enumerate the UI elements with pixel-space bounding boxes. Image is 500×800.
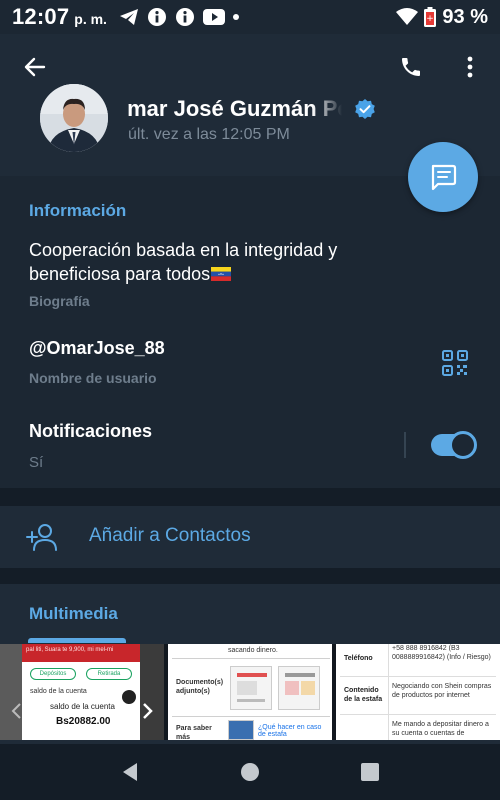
status-right: + 93 %: [396, 6, 488, 29]
profile-name: Omar José Guzmán Pe: [128, 96, 342, 121]
thumb-column-separator: [388, 644, 389, 740]
notifications-divider: [404, 432, 406, 458]
person-add-icon: [26, 524, 57, 551]
arrow-back-icon: [24, 57, 46, 77]
venezuela-flag-icon: [211, 267, 232, 281]
phone-icon: [402, 58, 420, 76]
media-grid: pal liti, Suara te 9,900, mi mel-mi Depó…: [0, 644, 500, 740]
media-tab-multimedia[interactable]: Multimedia: [29, 604, 118, 624]
thumb-doc-label: Documento(s) adjunto(s): [176, 679, 224, 695]
youtube-icon: [202, 9, 225, 25]
bio-text-content: Cooperación basada en la integridad y be…: [29, 240, 338, 284]
chevron-left-icon: [11, 703, 21, 719]
info-icon: [147, 7, 167, 27]
back-button[interactable]: [18, 50, 52, 84]
thumb-doc-line: [172, 658, 330, 659]
battery-icon: +: [424, 7, 437, 27]
thumb-doc-line: [172, 716, 330, 717]
username[interactable]: @OmarJose_88: [29, 338, 165, 359]
media-thumbnail[interactable]: +58 888 8916842 (B3 0088889916842) (Info…: [336, 644, 500, 740]
media-tab-indicator: [28, 638, 126, 643]
thumb-circle: [122, 690, 136, 704]
add-contact-label: Añadir a Contactos: [89, 525, 251, 546]
add-contact-button[interactable]: Añadir a Contactos: [0, 506, 500, 568]
svg-text:+: +: [427, 14, 435, 24]
thumb-side-panel: [0, 644, 22, 740]
section-separator: [0, 568, 500, 584]
thumb-doc-image: [278, 666, 320, 710]
telegram-icon: [119, 8, 139, 26]
thumb-content-value: Negociando con Shein compras de producto…: [392, 683, 492, 699]
thumb-last-value: Me mando a depositar dinero a su cuenta …: [392, 721, 489, 737]
nav-back-icon[interactable]: [118, 760, 142, 784]
nav-recents-icon[interactable]: [358, 760, 382, 784]
media-thumbnail[interactable]: pal liti, Suara te 9,900, mi mel-mi Depó…: [0, 644, 164, 740]
media-thumbnail[interactable]: sacando dinero. Documento(s) adjunto(s) …: [168, 644, 332, 740]
thumb-doc-bottom-label: Para saber más: [176, 725, 212, 740]
thumb-row-separator: [340, 714, 496, 715]
notifications-title: Notificaciones: [29, 421, 153, 441]
message-icon: [431, 164, 457, 191]
info-icon: [175, 7, 195, 27]
name-fade: [312, 96, 342, 126]
status-notification-icons: [119, 7, 239, 27]
verified-badge-icon: [354, 98, 376, 120]
bio-text[interactable]: Cooperación basada en la integridad y be…: [29, 238, 389, 286]
avatar[interactable]: [40, 84, 108, 152]
qr-code-icon: [442, 350, 468, 376]
nav-home-icon[interactable]: [238, 760, 262, 784]
profile-name-container: Omar José Guzmán Pe: [128, 96, 342, 126]
wifi-icon: [396, 8, 419, 26]
toggle-knob: [449, 431, 477, 459]
call-button[interactable]: [394, 50, 428, 84]
thumb-note: saldo de la cuenta: [30, 688, 87, 695]
info-section-title: Información: [29, 201, 127, 220]
chevron-right-icon: [143, 703, 153, 719]
thumb-amount: Bs20882.00: [56, 716, 111, 727]
status-bar: 12:07 p. m. + 93 %: [0, 0, 500, 34]
username-label: Nombre de usuario: [29, 370, 157, 386]
thumb-phone-label: Teléfono: [344, 655, 373, 662]
thumb-phone-value: +58 888 8916842 (B3 0088889916842) (Info…: [392, 645, 491, 661]
thumb-side-panel-right: [140, 644, 164, 740]
more-vert-icon: [467, 56, 473, 78]
status-ampm: p. m.: [74, 11, 107, 27]
notifications-state: Sí: [29, 454, 44, 471]
dot-icon: [232, 14, 239, 20]
thumb-withdraw-pill: Retirada: [86, 668, 132, 680]
thumb-doc-top-text: sacando dinero.: [228, 647, 278, 654]
last-seen-status: últ. vez a las 12:05 PM: [128, 126, 290, 143]
send-message-button[interactable]: [408, 142, 478, 212]
thumb-doc-image: [230, 666, 272, 710]
thumb-doc-image: [228, 720, 254, 740]
thumb-content-label: Contenido de la estafa: [344, 687, 383, 703]
status-time: 12:07: [12, 4, 70, 29]
more-options-button[interactable]: [455, 50, 485, 84]
thumb-red-banner: pal liti, Suara te 9,900, mi mel-mi: [22, 644, 140, 662]
thumb-saldo-label: saldo de la cuenta: [50, 702, 115, 711]
section-separator: [0, 488, 500, 506]
system-nav-bar: [0, 744, 500, 800]
thumb-deposit-pill: Depósitos: [30, 668, 76, 680]
thumb-doc-link: ¿Qué hacer en caso de estafa: [258, 724, 322, 738]
media-section: Multimedia pal liti, Suara te 9,900, mi …: [0, 584, 500, 744]
info-section: Información Cooperación basada en la int…: [0, 176, 500, 488]
thumb-row-separator: [340, 676, 496, 677]
qr-code-button[interactable]: [441, 349, 469, 377]
screen: 12:07 p. m. + 93 % mar José Guzmán últ. …: [0, 0, 500, 800]
battery-percentage: 93 %: [442, 5, 488, 28]
notifications-toggle[interactable]: [431, 431, 477, 459]
thumb-banner-text: pal liti, Suara te 9,900, mi mel-mi: [26, 647, 114, 653]
bio-label: Biografía: [29, 293, 90, 309]
